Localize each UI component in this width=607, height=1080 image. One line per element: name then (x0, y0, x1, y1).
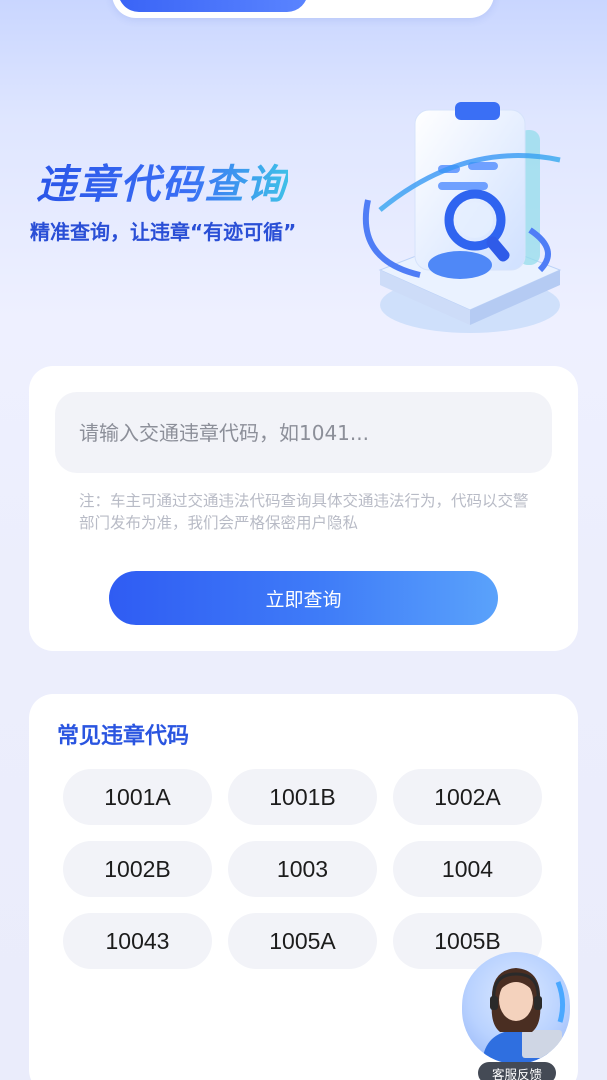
agent-avatar-icon (482, 968, 566, 1064)
customer-service-widget[interactable]: 客服反馈 (458, 952, 574, 1080)
privacy-note: 注：车主可通过交通违法代码查询具体交通违法行为，代码以交警部门发布为准，我们会严… (79, 492, 529, 532)
code-grid: 1001A 1001B 1002A 1002B 1003 1004 10043 … (63, 769, 543, 969)
code-chip[interactable]: 1002B (63, 841, 212, 897)
code-chip[interactable]: 1005A (228, 913, 377, 969)
document-search-illustration (362, 102, 562, 333)
top-tab-active[interactable] (118, 0, 308, 12)
code-chip[interactable]: 1001A (63, 769, 212, 825)
query-now-button[interactable]: 立即查询 (109, 571, 498, 625)
code-chip[interactable]: 1001B (228, 769, 377, 825)
common-codes-title: 常见违章代码 (57, 724, 190, 749)
violation-code-input[interactable] (55, 392, 552, 473)
code-chip[interactable]: 1002A (393, 769, 542, 825)
page-title: 违章代码查询 (36, 152, 288, 210)
customer-service-label[interactable]: 客服反馈 (478, 1062, 556, 1080)
query-card: 注：车主可通过交通违法代码查询具体交通违法行为，代码以交警部门发布为准，我们会严… (29, 366, 578, 651)
code-chip[interactable]: 1004 (393, 841, 542, 897)
customer-service-avatar[interactable] (462, 952, 570, 1064)
code-chip[interactable]: 1003 (228, 841, 377, 897)
code-chip[interactable]: 10043 (63, 913, 212, 969)
page-subtitle: 精准查询，让违章“有迹可循” (30, 220, 297, 244)
top-tab-switcher[interactable] (112, 0, 494, 18)
